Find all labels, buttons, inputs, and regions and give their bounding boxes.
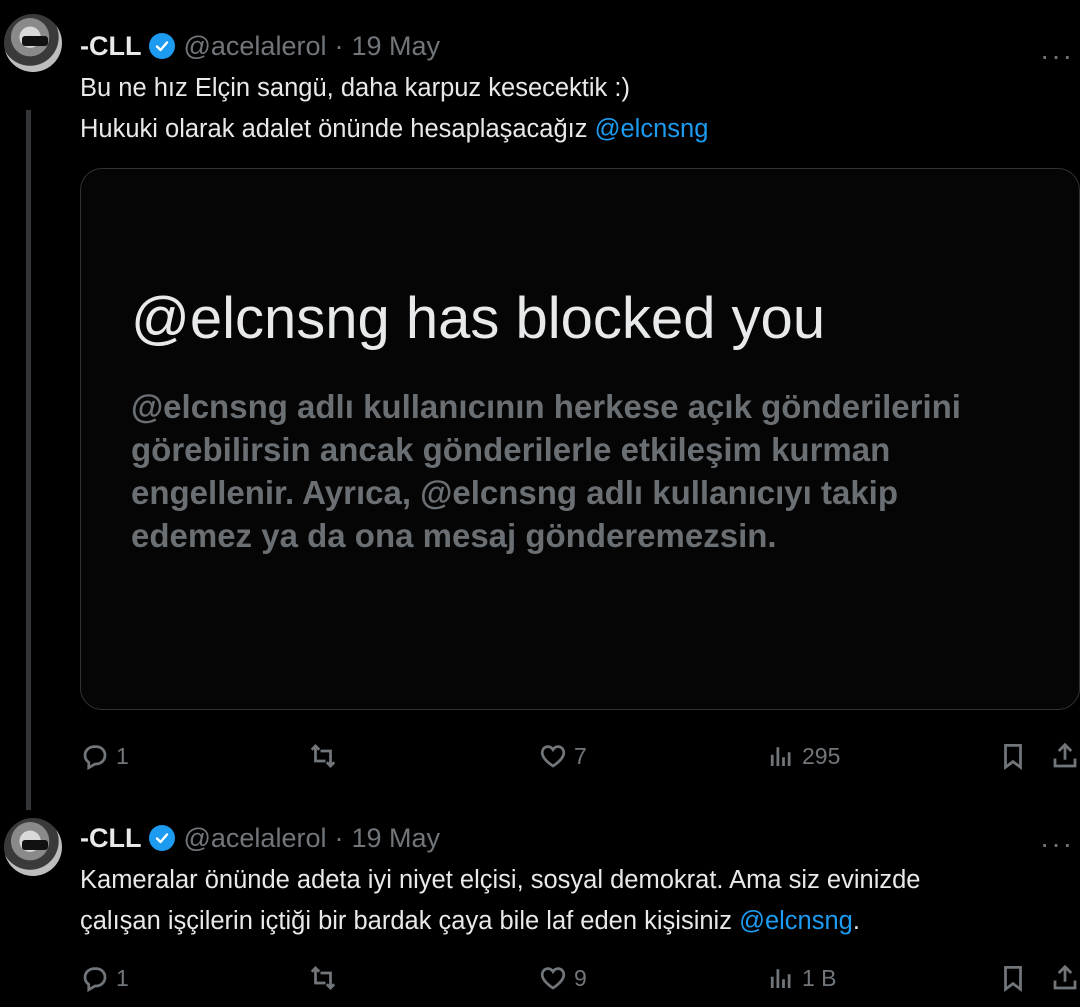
retweet-icon: [310, 744, 336, 768]
like-count: 7: [574, 742, 587, 769]
reply-count: 1: [116, 742, 129, 769]
retweet-button[interactable]: [308, 736, 344, 776]
heart-icon: [540, 967, 566, 990]
avatar[interactable]: [4, 818, 62, 876]
tweet-text-line: Hukuki olarak adalet önünde hesaplaşacağ…: [80, 109, 1070, 150]
share-button[interactable]: [1050, 958, 1080, 998]
views-count: 1 B: [802, 964, 837, 991]
tweet[interactable]: -CLL @acelalerol · 19 May ··· Bu ne hız …: [0, 0, 1080, 810]
views-icon: [770, 747, 791, 766]
bookmark-button[interactable]: [998, 736, 1028, 776]
like-count: 9: [574, 964, 587, 991]
reply-button[interactable]: 1: [80, 958, 129, 998]
avatar[interactable]: [4, 14, 62, 72]
author-name[interactable]: -CLL: [80, 823, 141, 854]
card-body: @elcnsng adlı kullanıcının herkese açık …: [131, 388, 961, 554]
mention-link[interactable]: @elcnsng: [739, 907, 853, 935]
bookmark-icon: [1004, 966, 1022, 992]
retweet-icon: [310, 966, 336, 990]
tweet-header: -CLL @acelalerol · 19 May: [80, 28, 440, 64]
separator-dot: ·: [334, 822, 344, 853]
tweet-text-line: çalışan işçilerin içtiği bir bardak çaya…: [80, 901, 1070, 942]
like-button[interactable]: 7: [538, 736, 587, 776]
mention-link[interactable]: @elcnsng: [595, 115, 709, 143]
tweet[interactable]: -CLL @acelalerol · 19 May ··· Kameralar …: [0, 800, 1080, 1007]
card-title: @elcnsng has blocked you: [131, 286, 826, 351]
share-icon: [1053, 964, 1077, 990]
tweet-text: Bu ne hız Elçin sangü, daha karpuz kesec…: [80, 68, 1070, 150]
tweet-text-fragment: .: [852, 907, 860, 935]
views-button[interactable]: 295: [766, 736, 840, 776]
tweet-header: -CLL @acelalerol · 19 May: [80, 820, 440, 856]
bookmark-icon: [1004, 744, 1022, 770]
reply-icon: [83, 967, 107, 993]
like-button[interactable]: 9: [538, 958, 587, 998]
tweet-text-fragment: çalışan işçilerin içtiği bir bardak çaya…: [80, 907, 732, 935]
tweet-text-fragment: Hukuki olarak adalet önünde hesaplaşacağ…: [80, 115, 588, 143]
author-handle[interactable]: @acelalerol: [183, 31, 326, 62]
verified-badge-icon: [149, 825, 176, 851]
retweet-button[interactable]: [308, 958, 344, 998]
author-handle[interactable]: @acelalerol: [183, 823, 326, 854]
heart-icon: [540, 745, 566, 768]
reply-count: 1: [116, 964, 129, 991]
views-icon: [770, 969, 791, 988]
bookmark-button[interactable]: [998, 958, 1028, 998]
tweet-date[interactable]: 19 May: [351, 823, 440, 854]
verified-badge-icon: [149, 33, 176, 59]
tweet-actions: 1 7 295: [80, 736, 1080, 776]
more-options-icon[interactable]: ···: [1040, 828, 1074, 860]
author-name[interactable]: -CLL: [80, 31, 141, 62]
thread-connector-line: [26, 110, 31, 810]
tweet-actions: 1 9 1 B: [80, 958, 1080, 998]
blocked-notice-card[interactable]: @elcnsng has blocked you @elcnsng adlı k…: [80, 168, 1080, 710]
share-button[interactable]: [1050, 736, 1080, 776]
tweet-text-line: Kameralar önünde adeta iyi niyet elçisi,…: [80, 866, 921, 894]
views-button[interactable]: 1 B: [766, 958, 837, 998]
tweet-date[interactable]: 19 May: [351, 31, 440, 62]
tweet-text: Kameralar önünde adeta iyi niyet elçisi,…: [80, 860, 1070, 942]
reply-button[interactable]: 1: [80, 736, 129, 776]
share-icon: [1053, 742, 1077, 768]
separator-dot: ·: [334, 30, 344, 61]
reply-icon: [83, 745, 107, 771]
tweet-text-line: Bu ne hız Elçin sangü, daha karpuz kesec…: [80, 74, 630, 102]
views-count: 295: [802, 742, 841, 769]
